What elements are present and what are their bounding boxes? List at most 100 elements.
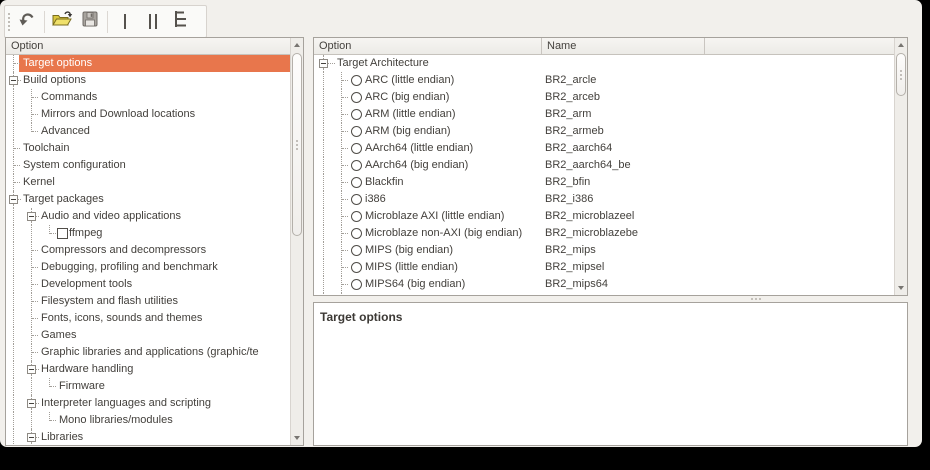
tree-row[interactable]: Fonts, icons, sounds and themes	[6, 310, 290, 327]
tree-row[interactable]: Libraries	[6, 429, 290, 445]
grip-dots-icon	[296, 138, 298, 152]
open-folder-icon	[51, 9, 73, 34]
expander-collapse-icon[interactable]	[9, 76, 18, 85]
tree-row[interactable]: Audio and video applications	[6, 208, 290, 225]
tree-row[interactable]: Compressors and decompressors	[6, 242, 290, 259]
left-vertical-scrollbar[interactable]	[290, 38, 303, 445]
tree-row[interactable]: MIPS64 (little endian)BR2_mips64el	[314, 293, 894, 295]
app-window: Option Target optionsBuild optionsComman…	[0, 0, 922, 447]
expander-collapse-icon[interactable]	[27, 399, 36, 408]
config-symbol-name: BR2_mips64	[545, 276, 608, 293]
column-header-name[interactable]: Name	[542, 38, 704, 53]
tree-row[interactable]: MIPS (big endian)BR2_mips	[314, 242, 894, 259]
tree-row[interactable]: Kernel	[6, 174, 290, 191]
tree-row[interactable]: Microblaze non-AXI (big endian)BR2_micro…	[314, 225, 894, 242]
scroll-down-button[interactable]	[291, 431, 303, 445]
tree-item-label: Mirrors and Download locations	[41, 106, 195, 123]
undo-button[interactable]	[14, 9, 40, 35]
tree-row[interactable]: Graphic libraries and applications (grap…	[6, 344, 290, 361]
scrollbar-thumb[interactable]	[292, 53, 302, 236]
radio-button[interactable]	[351, 177, 362, 188]
radio-button[interactable]	[351, 211, 362, 222]
right-vertical-scrollbar[interactable]	[894, 38, 907, 295]
tree-row[interactable]: Development tools	[6, 276, 290, 293]
tree-row[interactable]: ffmpeg	[6, 225, 290, 242]
tree-row[interactable]: Build options	[6, 72, 290, 89]
save-button[interactable]	[77, 9, 103, 35]
tree-row[interactable]: System configuration	[6, 157, 290, 174]
column-header-value[interactable]	[705, 38, 894, 53]
left-panel-header: Option	[6, 38, 290, 55]
tree-item-label: Filesystem and flash utilities	[41, 293, 178, 310]
config-symbol-name: BR2_mips	[545, 242, 596, 259]
tree-row[interactable]: MIPS (little endian)BR2_mipsel	[314, 259, 894, 276]
tree-row[interactable]: Mirrors and Download locations	[6, 106, 290, 123]
tree-row[interactable]: Target options	[6, 55, 290, 72]
expander-collapse-icon[interactable]	[27, 433, 36, 442]
config-symbol-name: BR2_arceb	[545, 89, 600, 106]
column-header-option[interactable]: Option	[6, 38, 290, 53]
tree-row[interactable]: ARM (little endian)BR2_arm	[314, 106, 894, 123]
tree-row[interactable]: Firmware	[6, 378, 290, 395]
tree-row[interactable]: Filesystem and flash utilities	[6, 293, 290, 310]
tree-row[interactable]: Mono libraries/modules	[6, 412, 290, 429]
radio-button[interactable]	[351, 109, 362, 120]
single-view-button[interactable]	[112, 9, 138, 35]
radio-button[interactable]	[351, 279, 362, 290]
tree-row[interactable]: MIPS64 (big endian)BR2_mips64	[314, 276, 894, 293]
radio-button[interactable]	[351, 262, 362, 273]
expander-collapse-icon[interactable]	[9, 195, 18, 204]
checkbox[interactable]	[57, 228, 68, 239]
help-panel-title: Target options	[314, 303, 907, 324]
toolbar-grip[interactable]	[8, 13, 13, 31]
config-symbol-name: BR2_mipsel	[545, 259, 604, 276]
tree-row[interactable]: Target Architecture	[314, 55, 894, 72]
column-header-option[interactable]: Option	[314, 38, 541, 53]
tree-item-label: AArch64 (big endian)	[365, 157, 468, 174]
config-symbol-name: BR2_aarch64_be	[545, 157, 631, 174]
tree-row[interactable]: Games	[6, 327, 290, 344]
full-view-button[interactable]	[168, 9, 194, 35]
radio-button[interactable]	[351, 75, 362, 86]
scroll-up-button[interactable]	[895, 38, 907, 52]
tree-item-label: AArch64 (little endian)	[365, 140, 473, 157]
tree-row[interactable]: AArch64 (little endian) BR2_aarch64	[314, 140, 894, 157]
expander-collapse-icon[interactable]	[319, 59, 328, 68]
open-button[interactable]	[49, 9, 75, 35]
split-view-button[interactable]	[140, 9, 166, 35]
radio-button[interactable]	[351, 228, 362, 239]
radio-button[interactable]	[351, 245, 362, 256]
radio-button[interactable]	[351, 160, 362, 171]
tree-row[interactable]: Debugging, profiling and benchmark	[6, 259, 290, 276]
tree-row[interactable]: ARC (big endian)BR2_arceb	[314, 89, 894, 106]
config-symbol-name: BR2_aarch64	[545, 140, 612, 157]
tree-row[interactable]: ARM (big endian)BR2_armeb	[314, 123, 894, 140]
scroll-up-button[interactable]	[291, 38, 303, 52]
grip-dots-icon	[900, 68, 902, 82]
tree-row[interactable]: Target packages	[6, 191, 290, 208]
tree-row[interactable]: AArch64 (big endian) BR2_aarch64_be	[314, 157, 894, 174]
tree-row[interactable]: Toolchain	[6, 140, 290, 157]
tree-item-label: Blackfin	[365, 174, 404, 191]
scroll-down-button[interactable]	[895, 281, 907, 295]
tree-row[interactable]: Advanced	[6, 123, 290, 140]
radio-button[interactable]	[351, 92, 362, 103]
tree-row[interactable]: i386BR2_i386	[314, 191, 894, 208]
tree-row[interactable]: Hardware handling	[6, 361, 290, 378]
toolbar-separator	[44, 11, 45, 33]
tree-row[interactable]: ARC (little endian)BR2_arcle	[314, 72, 894, 89]
tree-row[interactable]: Commands	[6, 89, 290, 106]
splitter-handle[interactable]	[748, 297, 764, 301]
radio-button[interactable]	[351, 143, 362, 154]
scrollbar-thumb[interactable]	[896, 53, 906, 96]
expander-collapse-icon[interactable]	[27, 212, 36, 221]
tree-row[interactable]: Interpreter languages and scripting	[6, 395, 290, 412]
tree-row[interactable]: BlackfinBR2_bfin	[314, 174, 894, 191]
radio-button[interactable]	[351, 126, 362, 137]
tree-item-label: Mono libraries/modules	[59, 412, 173, 429]
expander-collapse-icon[interactable]	[27, 365, 36, 374]
radio-button[interactable]	[351, 194, 362, 205]
tree-row[interactable]: Microblaze AXI (little endian)BR2_microb…	[314, 208, 894, 225]
full-view-icon	[173, 10, 189, 33]
undo-arrow-icon	[17, 9, 37, 34]
